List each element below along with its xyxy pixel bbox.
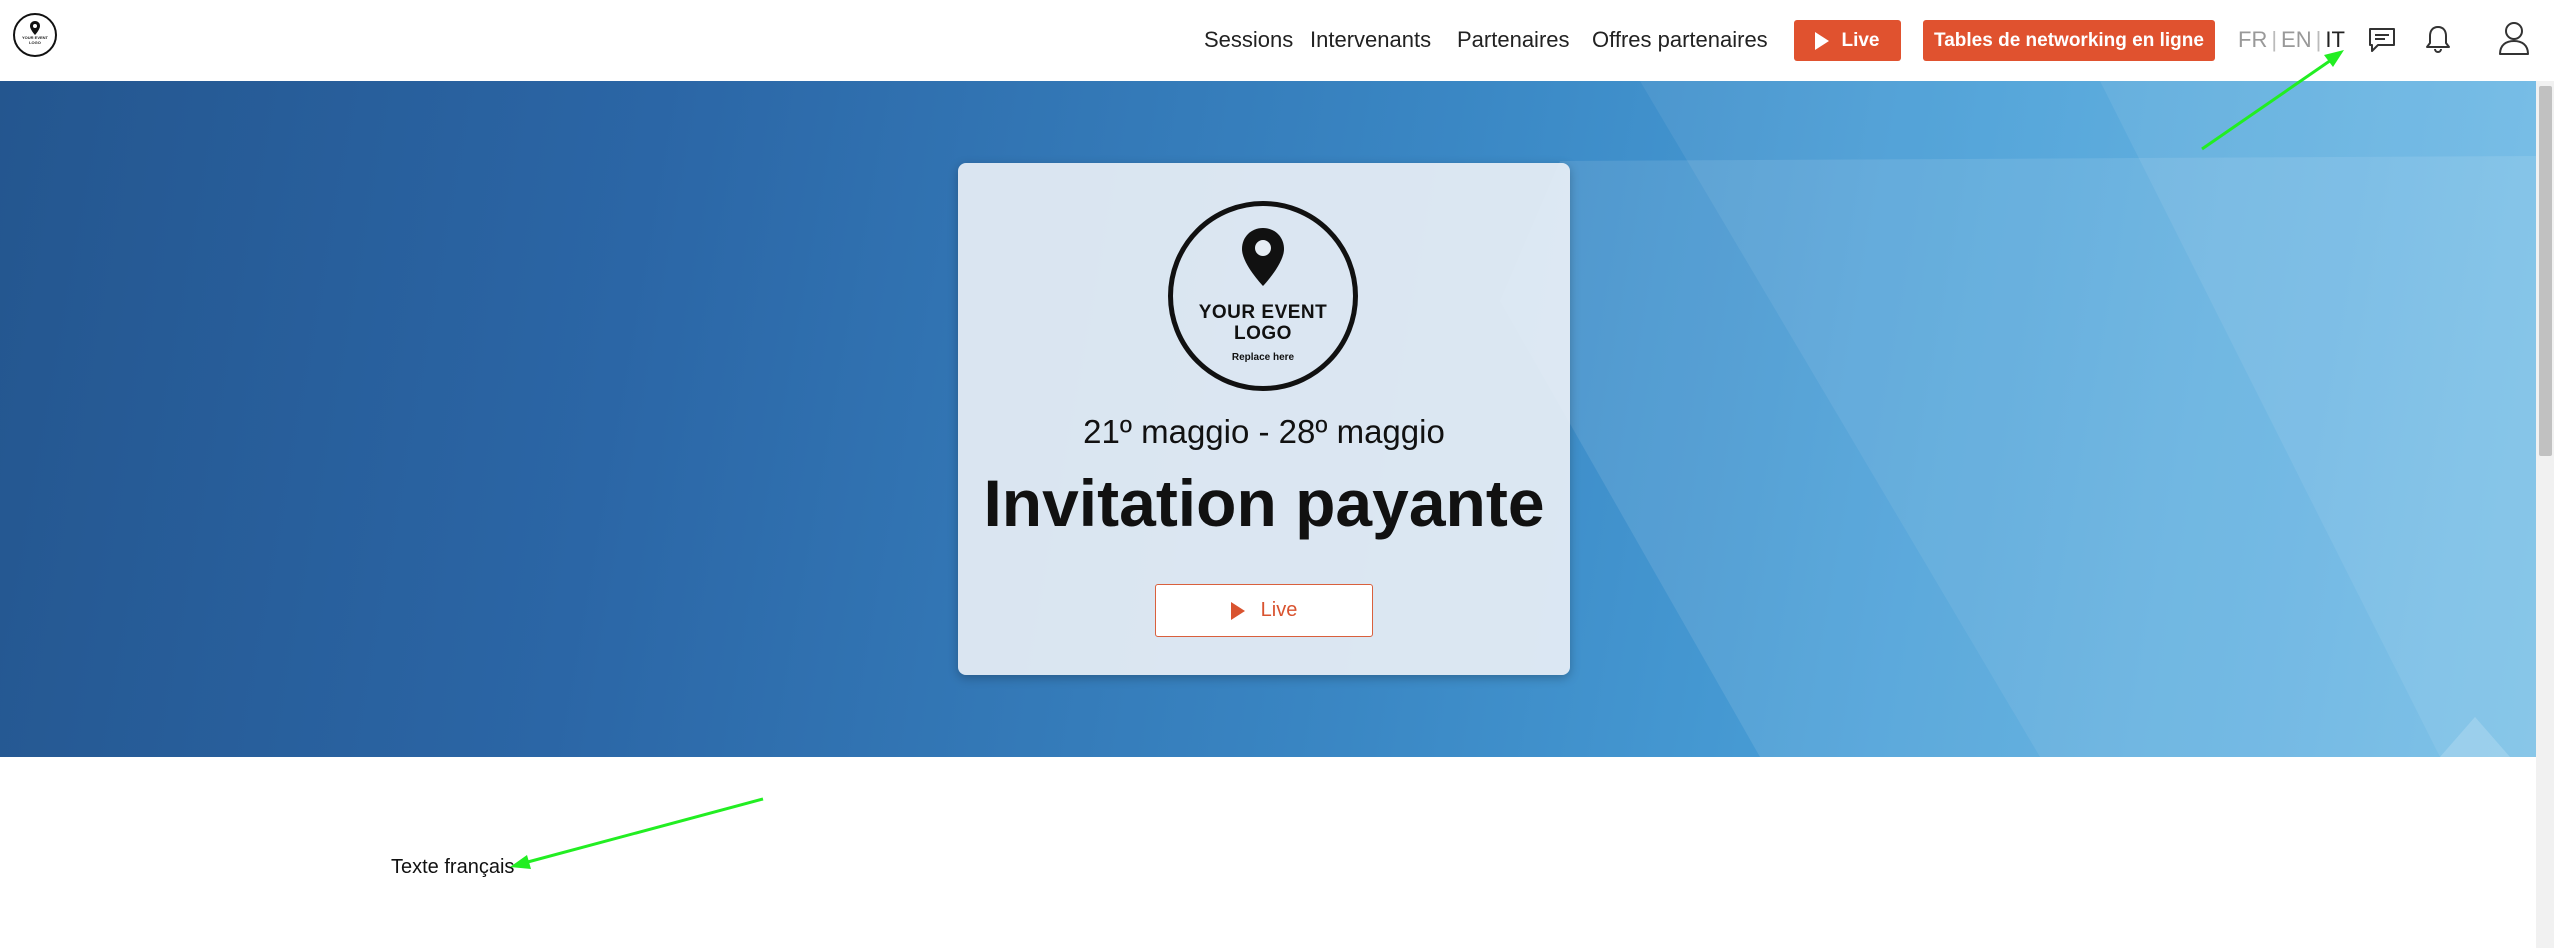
nav-partners[interactable]: Partenaires xyxy=(1457,25,1570,55)
event-logo-subtitle: Replace here xyxy=(1231,352,1295,363)
map-pin-icon xyxy=(1242,228,1284,286)
chat-icon[interactable] xyxy=(2368,27,2396,53)
networking-tables-label: Tables de networking en ligne xyxy=(1934,29,2204,51)
lang-it[interactable]: IT xyxy=(2325,27,2345,52)
hero-banner: YOUR EVENT LOGO Replace here 21º maggio -… xyxy=(0,81,2536,757)
language-switcher: FR | EN | IT xyxy=(2238,25,2345,55)
live-button-label: Live xyxy=(1841,29,1880,51)
user-icon[interactable] xyxy=(2498,21,2530,55)
event-title: Invitation payante xyxy=(983,466,1545,540)
lang-separator: | xyxy=(2271,27,2278,52)
top-navbar: YOUR EVENT LOGO Sessions Intervenants Par… xyxy=(0,0,2554,81)
card-live-button[interactable]: Live xyxy=(1155,584,1373,637)
content-text: Texte français xyxy=(391,856,515,878)
lang-separator: | xyxy=(2315,27,2322,52)
nav-partner-offers[interactable]: Offres partenaires xyxy=(1592,25,1768,55)
page-scrollbar-thumb[interactable] xyxy=(2539,86,2552,456)
nav-sessions[interactable]: Sessions xyxy=(1204,25,1293,55)
lang-fr[interactable]: FR xyxy=(2238,27,2267,52)
nav-speakers[interactable]: Intervenants xyxy=(1310,25,1431,55)
event-logo-title: YOUR EVENT LOGO xyxy=(1198,302,1328,344)
event-logo: YOUR EVENT LOGO Replace here xyxy=(1168,201,1358,391)
annotation-arrow-text xyxy=(523,797,764,865)
lang-en[interactable]: EN xyxy=(2281,27,2312,52)
live-button[interactable]: Live xyxy=(1794,20,1901,61)
event-card: YOUR EVENT LOGO Replace here 21º maggio -… xyxy=(958,163,1570,675)
play-icon xyxy=(1815,31,1830,50)
bell-icon[interactable] xyxy=(2424,24,2452,54)
play-icon xyxy=(1230,601,1245,620)
card-live-label: Live xyxy=(1260,599,1298,621)
main-nav: Sessions Intervenants Partenaires Offres… xyxy=(0,0,2554,81)
event-dates: 21º maggio - 28º maggio xyxy=(1083,413,1445,450)
networking-tables-button[interactable]: Tables de networking en ligne xyxy=(1923,20,2215,61)
